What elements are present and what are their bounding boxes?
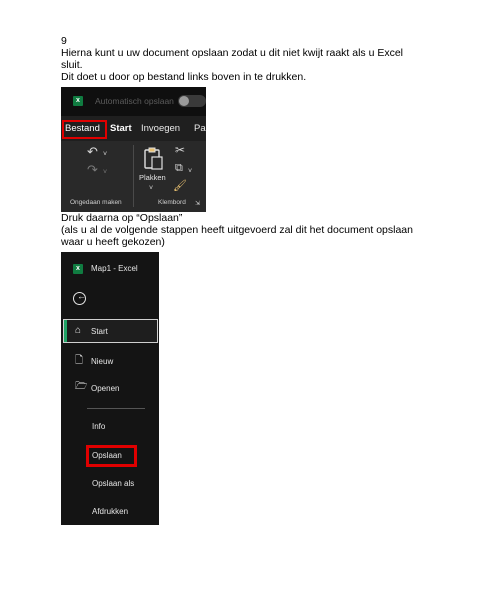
window-title: Map1 - Excel [91, 264, 138, 273]
nav-item-opslaan-als[interactable]: Opslaan als [92, 479, 134, 488]
nav-label-start[interactable]: Start [91, 327, 108, 336]
toggle-knob [179, 96, 189, 106]
chevron-down-icon[interactable]: ˅ [149, 183, 153, 194]
chevron-down-icon[interactable]: ˅ [188, 166, 192, 177]
backstage-screenshot: x Map1 - Excel ← ⌂ Start 🗋 Nieuw 🗁 Opene… [61, 252, 159, 525]
bestand-highlight-box [62, 120, 107, 139]
page: { "doc": { "step_number": "9", "intro_li… [0, 0, 484, 598]
step-number: 9 [61, 35, 67, 47]
nav-item-info[interactable]: Info [92, 422, 105, 431]
tab-pagina[interactable]: Pa [194, 123, 206, 134]
nav-label-openen[interactable]: Openen [91, 384, 119, 393]
autosave-toggle[interactable] [178, 95, 206, 107]
press-save-instruction: Druk daarna op “Opslaan” [61, 212, 183, 224]
intro-line-2: sluit. [61, 59, 83, 71]
ribbon-screenshot: x Automatisch opslaan Bestand Start Invo… [61, 87, 206, 212]
intro-line-3: Dit doet u door op bestand links boven i… [61, 71, 307, 83]
dialog-launcher-icon[interactable]: ⇲ [195, 199, 200, 210]
active-indicator [64, 320, 67, 342]
tab-start[interactable]: Start [110, 123, 132, 134]
opslaan-highlight-box [86, 445, 137, 467]
new-file-icon: 🗋 [75, 355, 84, 366]
note-line-2: waar u heeft gekozen) [61, 236, 165, 248]
chevron-down-icon[interactable]: ˅ [103, 149, 107, 160]
redo-icon[interactable]: ↷ [87, 163, 98, 176]
cut-icon[interactable]: ✂ [175, 144, 185, 156]
nav-divider [87, 408, 145, 409]
tab-invoegen[interactable]: Invoegen [141, 123, 180, 134]
excel-icon: x [73, 96, 83, 106]
paste-label[interactable]: Plakken [139, 173, 166, 182]
title-bar: x Automatisch opslaan [61, 87, 206, 116]
group-label-undo: Ongedaan maken [70, 199, 122, 206]
autosave-label: Automatisch opslaan [95, 96, 174, 106]
home-icon: ⌂ [75, 325, 82, 336]
excel-icon: x [73, 264, 83, 274]
nav-label-nieuw[interactable]: Nieuw [91, 357, 113, 366]
open-folder-icon: 🗁 [75, 381, 88, 392]
copy-icon[interactable]: ⧉ [175, 163, 183, 174]
back-arrow-icon[interactable]: ← [73, 291, 86, 305]
intro-line-1: Hierna kunt u uw document opslaan zodat … [61, 47, 404, 59]
nav-item-afdrukken[interactable]: Afdrukken [92, 507, 128, 516]
chevron-down-icon[interactable]: ˅ [103, 167, 107, 178]
format-painter-icon[interactable]: 🖌 [173, 181, 187, 192]
group-separator [133, 145, 134, 207]
group-label-clipboard: Klembord [158, 199, 186, 206]
undo-icon[interactable]: ↶ [87, 145, 98, 158]
note-line-1: (als u al de volgende stappen heeft uitg… [61, 224, 413, 236]
paste-icon[interactable] [143, 147, 165, 171]
